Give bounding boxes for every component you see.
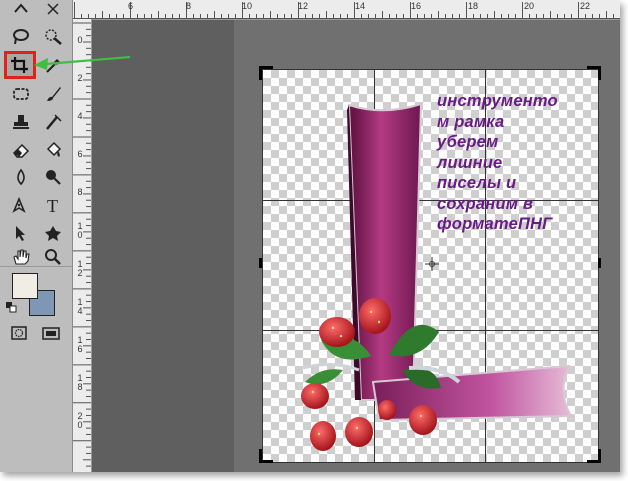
divider xyxy=(0,266,72,267)
dodge-icon[interactable] xyxy=(40,166,66,188)
history-brush-icon[interactable] xyxy=(40,111,66,133)
ruler-label: 18 xyxy=(468,1,479,11)
blur-icon[interactable] xyxy=(8,166,34,188)
annotation-arrow xyxy=(34,55,131,70)
ruler-label: 4 xyxy=(77,111,83,121)
ruler-label: 8 xyxy=(77,187,83,197)
clone-stamp-icon[interactable] xyxy=(8,111,34,133)
custom-shape-icon[interactable] xyxy=(40,222,66,244)
lasso-icon[interactable] xyxy=(8,25,34,47)
ruler-label: 2 xyxy=(77,73,83,83)
crop-handle[interactable] xyxy=(598,258,601,268)
ruler-label: 1 4 xyxy=(77,297,83,316)
ruler-label: 1 8 xyxy=(77,373,83,392)
ruler-label: 22 xyxy=(580,1,591,11)
crop-tool-button[interactable] xyxy=(4,51,36,79)
paint-bucket-icon[interactable] xyxy=(40,139,66,161)
ruler-label: 20 xyxy=(524,1,535,11)
crop-handle[interactable] xyxy=(259,66,262,80)
move-icon[interactable] xyxy=(8,0,34,20)
eraser-icon[interactable] xyxy=(8,139,34,161)
ruler-label: 2 0 xyxy=(77,411,83,430)
hand-icon[interactable] xyxy=(8,246,34,268)
quick-mask-icon[interactable] xyxy=(6,322,32,344)
ruler-label: 10 xyxy=(242,1,253,11)
quick-select-icon[interactable] xyxy=(40,25,66,47)
crosshair-icon xyxy=(425,257,439,271)
svg-text:T: T xyxy=(47,196,58,214)
crop-icon xyxy=(11,57,28,73)
ruler-label: 1 6 xyxy=(77,335,83,354)
workspace-left-area xyxy=(92,20,234,472)
brush-icon[interactable] xyxy=(40,83,66,105)
ruler-label: 14 xyxy=(355,1,366,11)
path-selection-icon[interactable] xyxy=(8,222,34,244)
crop-handle[interactable] xyxy=(259,258,262,268)
ruler-label: 8 xyxy=(186,1,192,11)
spot-healing-icon[interactable] xyxy=(8,83,34,105)
crop-handle[interactable] xyxy=(259,449,262,463)
photoshop-window: 6 8 10 12 14 16 18 20 22 0 2 4 6 8 1 0 1… xyxy=(0,0,620,472)
ruler-label: 1 2 xyxy=(77,259,83,278)
ruler-label: 12 xyxy=(298,1,309,11)
zoom-icon[interactable] xyxy=(40,246,66,268)
crop-handle[interactable] xyxy=(598,66,601,80)
pen-icon[interactable] xyxy=(8,194,34,216)
foreground-color-swatch[interactable] xyxy=(12,273,38,299)
horizontal-ruler[interactable]: 6 8 10 12 14 16 18 20 22 xyxy=(72,0,620,20)
canvas-caption: инструменто м рамка уберем лишние писелы… xyxy=(437,92,558,233)
ruler-label: 0 xyxy=(77,35,83,45)
vertical-ruler[interactable]: 0 2 4 6 8 1 0 1 2 1 4 1 6 1 8 2 0 xyxy=(72,19,92,472)
ruler-label: 16 xyxy=(411,1,422,11)
type-icon[interactable]: T xyxy=(40,194,66,216)
marquee-icon[interactable] xyxy=(40,0,66,20)
default-colors-icon[interactable] xyxy=(4,300,18,314)
ruler-label: 6 xyxy=(77,149,83,159)
ruler-label: 1 0 xyxy=(77,221,83,240)
crop-handle[interactable] xyxy=(598,449,601,463)
ruler-label: 6 xyxy=(128,1,134,11)
screen-mode-icon[interactable] xyxy=(38,322,64,344)
